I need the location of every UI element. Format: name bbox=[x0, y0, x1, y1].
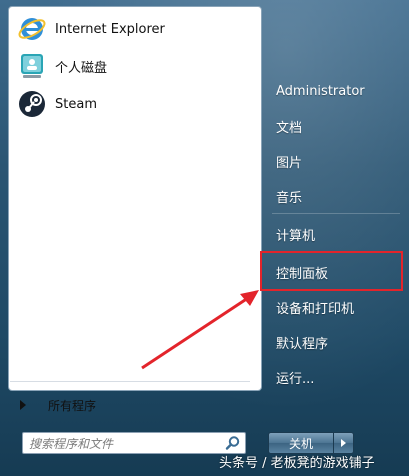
shutdown-options-button[interactable] bbox=[334, 432, 354, 454]
start-menu: Internet Explorer 个人磁盘 Steam 所有程序 搜索程序和文… bbox=[0, 0, 409, 476]
shutdown-group: 关机 bbox=[268, 432, 356, 454]
annotation-arrow-icon bbox=[141, 290, 259, 370]
chevron-right-icon bbox=[341, 439, 346, 447]
watermark: 头条号 / 老板凳的游戏铺子 bbox=[219, 456, 375, 471]
shutdown-button[interactable]: 关机 bbox=[268, 432, 334, 454]
shutdown-label: 关机 bbox=[288, 436, 313, 451]
